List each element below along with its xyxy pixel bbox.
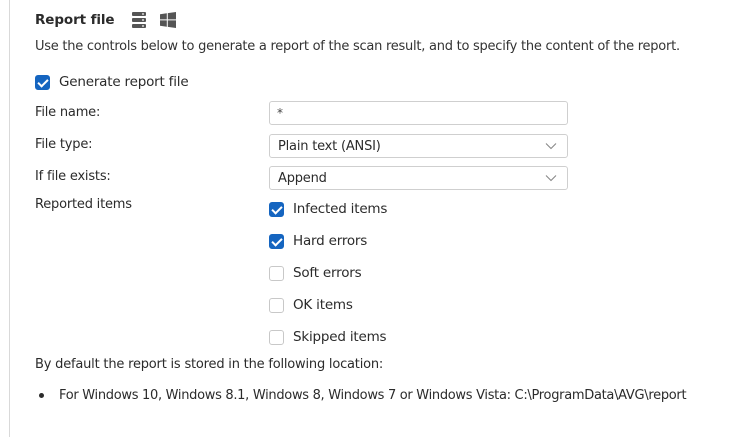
reported-item-ok[interactable]: OK items — [269, 295, 387, 315]
server-icon — [131, 11, 149, 29]
left-divider — [9, 0, 10, 437]
generate-report-checkbox[interactable] — [35, 74, 50, 90]
bullet-icon — [39, 393, 44, 398]
hard-errors-checkbox[interactable] — [269, 233, 284, 249]
if-file-exists-value: Append — [278, 170, 327, 186]
reported-item-skipped[interactable]: Skipped items — [269, 327, 387, 347]
if-file-exists-label: If file exists: — [35, 169, 111, 184]
reported-item-infected[interactable]: Infected items — [269, 199, 387, 219]
skipped-items-checkbox[interactable] — [269, 329, 284, 345]
if-file-exists-select[interactable]: Append — [269, 166, 568, 190]
soft-errors-checkbox[interactable] — [269, 265, 284, 281]
generate-report-label: Generate report file — [59, 74, 189, 90]
reported-item-soft-errors[interactable]: Soft errors — [269, 263, 387, 283]
file-name-label: File name: — [35, 105, 101, 120]
chevron-down-icon — [545, 143, 557, 150]
section-title: Report file — [35, 12, 115, 28]
chevron-down-icon — [545, 175, 557, 182]
section-description: Use the controls below to generate a rep… — [35, 39, 680, 54]
file-name-input[interactable] — [269, 101, 568, 125]
ok-items-label: OK items — [293, 297, 353, 313]
ok-items-checkbox[interactable] — [269, 297, 284, 313]
reported-items-label: Reported items — [35, 197, 132, 212]
file-type-label: File type: — [35, 137, 93, 152]
generate-report-checkbox-row[interactable]: Generate report file — [35, 72, 189, 92]
hard-errors-label: Hard errors — [293, 233, 368, 249]
reported-item-hard-errors[interactable]: Hard errors — [269, 231, 387, 251]
skipped-items-label: Skipped items — [293, 329, 387, 345]
report-file-panel: Report file Use the controls below to ge… — [35, 0, 735, 437]
infected-items-label: Infected items — [293, 201, 388, 217]
infected-items-checkbox[interactable] — [269, 201, 284, 217]
default-location-note: By default the report is stored in the f… — [35, 357, 384, 372]
soft-errors-label: Soft errors — [293, 265, 362, 281]
default-location-path: For Windows 10, Windows 8.1, Windows 8, … — [59, 388, 687, 403]
reported-items-list: Infected items Hard errors Soft errors O… — [269, 199, 387, 359]
list-item: For Windows 10, Windows 8.1, Windows 8, … — [39, 388, 687, 403]
section-header: Report file — [35, 9, 177, 31]
windows-icon — [159, 11, 177, 29]
file-type-value: Plain text (ANSI) — [278, 138, 381, 154]
file-type-select[interactable]: Plain text (ANSI) — [269, 134, 568, 158]
